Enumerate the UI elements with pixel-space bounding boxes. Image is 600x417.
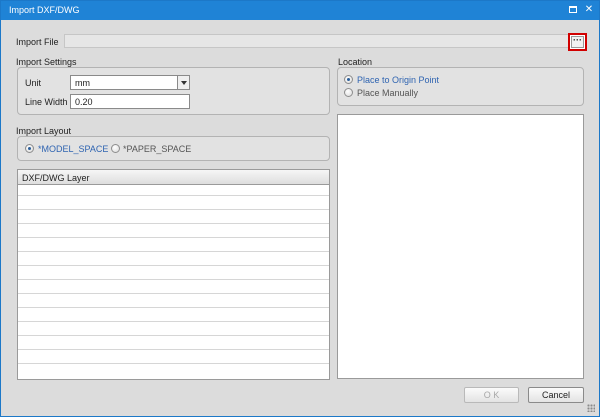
cancel-button[interactable]: Cancel — [528, 387, 584, 403]
table-row[interactable] — [18, 255, 329, 266]
unit-dropdown[interactable]: mm — [70, 75, 190, 90]
chevron-down-icon[interactable] — [177, 76, 189, 89]
import-layout-heading: Import Layout — [16, 126, 72, 136]
dialog-title: Import DXF/DWG — [9, 5, 80, 15]
radio-paper-space[interactable] — [111, 144, 120, 153]
unit-value: mm — [75, 78, 90, 88]
radio-place-manually[interactable] — [344, 88, 353, 97]
table-row[interactable] — [18, 213, 329, 224]
import-dxf-dwg-dialog: Import DXF/DWG ✕ Import File ··· Import … — [0, 0, 600, 417]
close-icon[interactable]: ✕ — [583, 4, 595, 16]
table-row[interactable] — [18, 297, 329, 308]
layer-column-header: DXF/DWG Layer — [22, 173, 90, 183]
table-row[interactable] — [18, 283, 329, 294]
radio-place-origin[interactable] — [344, 75, 353, 84]
import-settings-heading: Import Settings — [16, 57, 77, 67]
ok-button[interactable]: O K — [464, 387, 519, 403]
unit-label: Unit — [25, 78, 42, 88]
table-row[interactable] — [18, 199, 329, 210]
title-bar[interactable]: Import DXF/DWG ✕ — [1, 1, 599, 20]
table-row[interactable] — [18, 339, 329, 350]
resize-grip-icon[interactable] — [587, 404, 595, 412]
import-file-label: Import File — [16, 37, 59, 47]
line-width-label: Line Width — [25, 97, 68, 107]
table-row[interactable] — [18, 353, 329, 364]
table-row[interactable] — [18, 227, 329, 238]
line-width-input[interactable]: 0.20 — [70, 94, 190, 109]
layer-table-header[interactable]: DXF/DWG Layer — [18, 170, 329, 185]
location-preview — [337, 114, 584, 379]
table-row[interactable] — [18, 269, 329, 280]
location-heading: Location — [338, 57, 373, 67]
table-row[interactable] — [18, 241, 329, 252]
radio-model-space[interactable] — [25, 144, 34, 153]
table-row[interactable] — [18, 311, 329, 322]
location-group — [337, 67, 584, 106]
radio-place-origin-label[interactable]: Place to Origin Point — [357, 75, 439, 85]
line-width-value: 0.20 — [75, 97, 93, 107]
browse-button[interactable]: ··· — [571, 36, 584, 48]
radio-model-space-label[interactable]: *MODEL_SPACE — [38, 144, 108, 154]
table-row[interactable] — [18, 185, 329, 196]
layer-table[interactable]: DXF/DWG Layer — [17, 169, 330, 380]
radio-place-manually-label[interactable]: Place Manually — [357, 88, 418, 98]
maximize-icon[interactable] — [567, 4, 579, 16]
import-file-field[interactable] — [64, 34, 586, 48]
browse-highlight: ··· — [568, 33, 587, 51]
radio-paper-space-label[interactable]: *PAPER_SPACE — [123, 144, 191, 154]
table-row[interactable] — [18, 325, 329, 336]
